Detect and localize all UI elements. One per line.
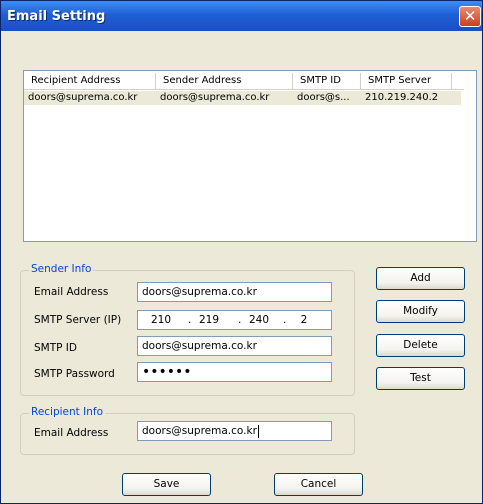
sender-email-label: Email Address [34,286,109,298]
recipient-email-field[interactable]: doors@suprema.co.kr [137,421,332,441]
smtp-password-field[interactable]: •••••• [137,362,332,382]
sender-info-label: Sender Info [29,263,94,275]
ip-octet-1: 210 [150,314,172,326]
smtp-id-field[interactable]: doors@suprema.co.kr [137,336,332,356]
delete-button[interactable]: Delete [376,334,465,357]
close-icon[interactable]: ✕ [459,6,481,27]
ip-octet-2: 219 [198,314,220,326]
modify-button[interactable]: Modify [376,300,465,323]
email-setting-dialog: Email Setting ✕ Recipient Address Sender… [0,0,483,504]
smtp-password-label: SMTP Password [34,368,115,380]
ip-octet-4: 2 [300,314,308,326]
recipient-email-value: doors@suprema.co.kr [142,425,257,437]
add-button[interactable]: Add [376,267,465,290]
cancel-button[interactable]: Cancel [274,473,363,496]
test-button[interactable]: Test [376,367,465,390]
email-list[interactable]: Recipient Address Sender Address SMTP ID… [23,70,477,242]
column-smtp-id[interactable]: SMTP ID [293,73,361,89]
sender-email-field[interactable]: doors@suprema.co.kr [137,282,332,302]
column-sender-address[interactable]: Sender Address [156,73,293,89]
title-bar[interactable]: Email Setting ✕ [1,1,482,31]
smtp-id-label: SMTP ID [34,342,77,354]
list-header: Recipient Address Sender Address SMTP ID… [24,73,464,90]
text-caret [257,424,259,438]
recipient-email-label: Email Address [34,427,109,439]
ip-dot-1: . [188,314,192,326]
cell-recipient-address: doors@suprema.co.kr [28,92,138,103]
window-title: Email Setting [7,9,106,24]
smtp-server-ip-field[interactable]: 210 . 219 . 240 . 2 [137,310,332,330]
cell-sender-address: doors@suprema.co.kr [160,92,270,103]
cell-smtp-server: 210.219.240.2 [365,92,439,103]
ip-dot-2: . [238,314,242,326]
list-item[interactable]: doors@suprema.co.kr doors@suprema.co.kr … [24,91,461,105]
save-button[interactable]: Save [122,473,211,496]
ip-octet-3: 240 [248,314,270,326]
column-smtp-server[interactable]: SMTP Server [361,73,452,89]
cell-smtp-id: doors@s... [297,92,350,103]
smtp-server-label: SMTP Server (IP) [34,314,122,326]
recipient-info-label: Recipient Info [29,406,105,418]
ip-dot-3: . [283,314,287,326]
column-recipient-address[interactable]: Recipient Address [24,73,156,89]
